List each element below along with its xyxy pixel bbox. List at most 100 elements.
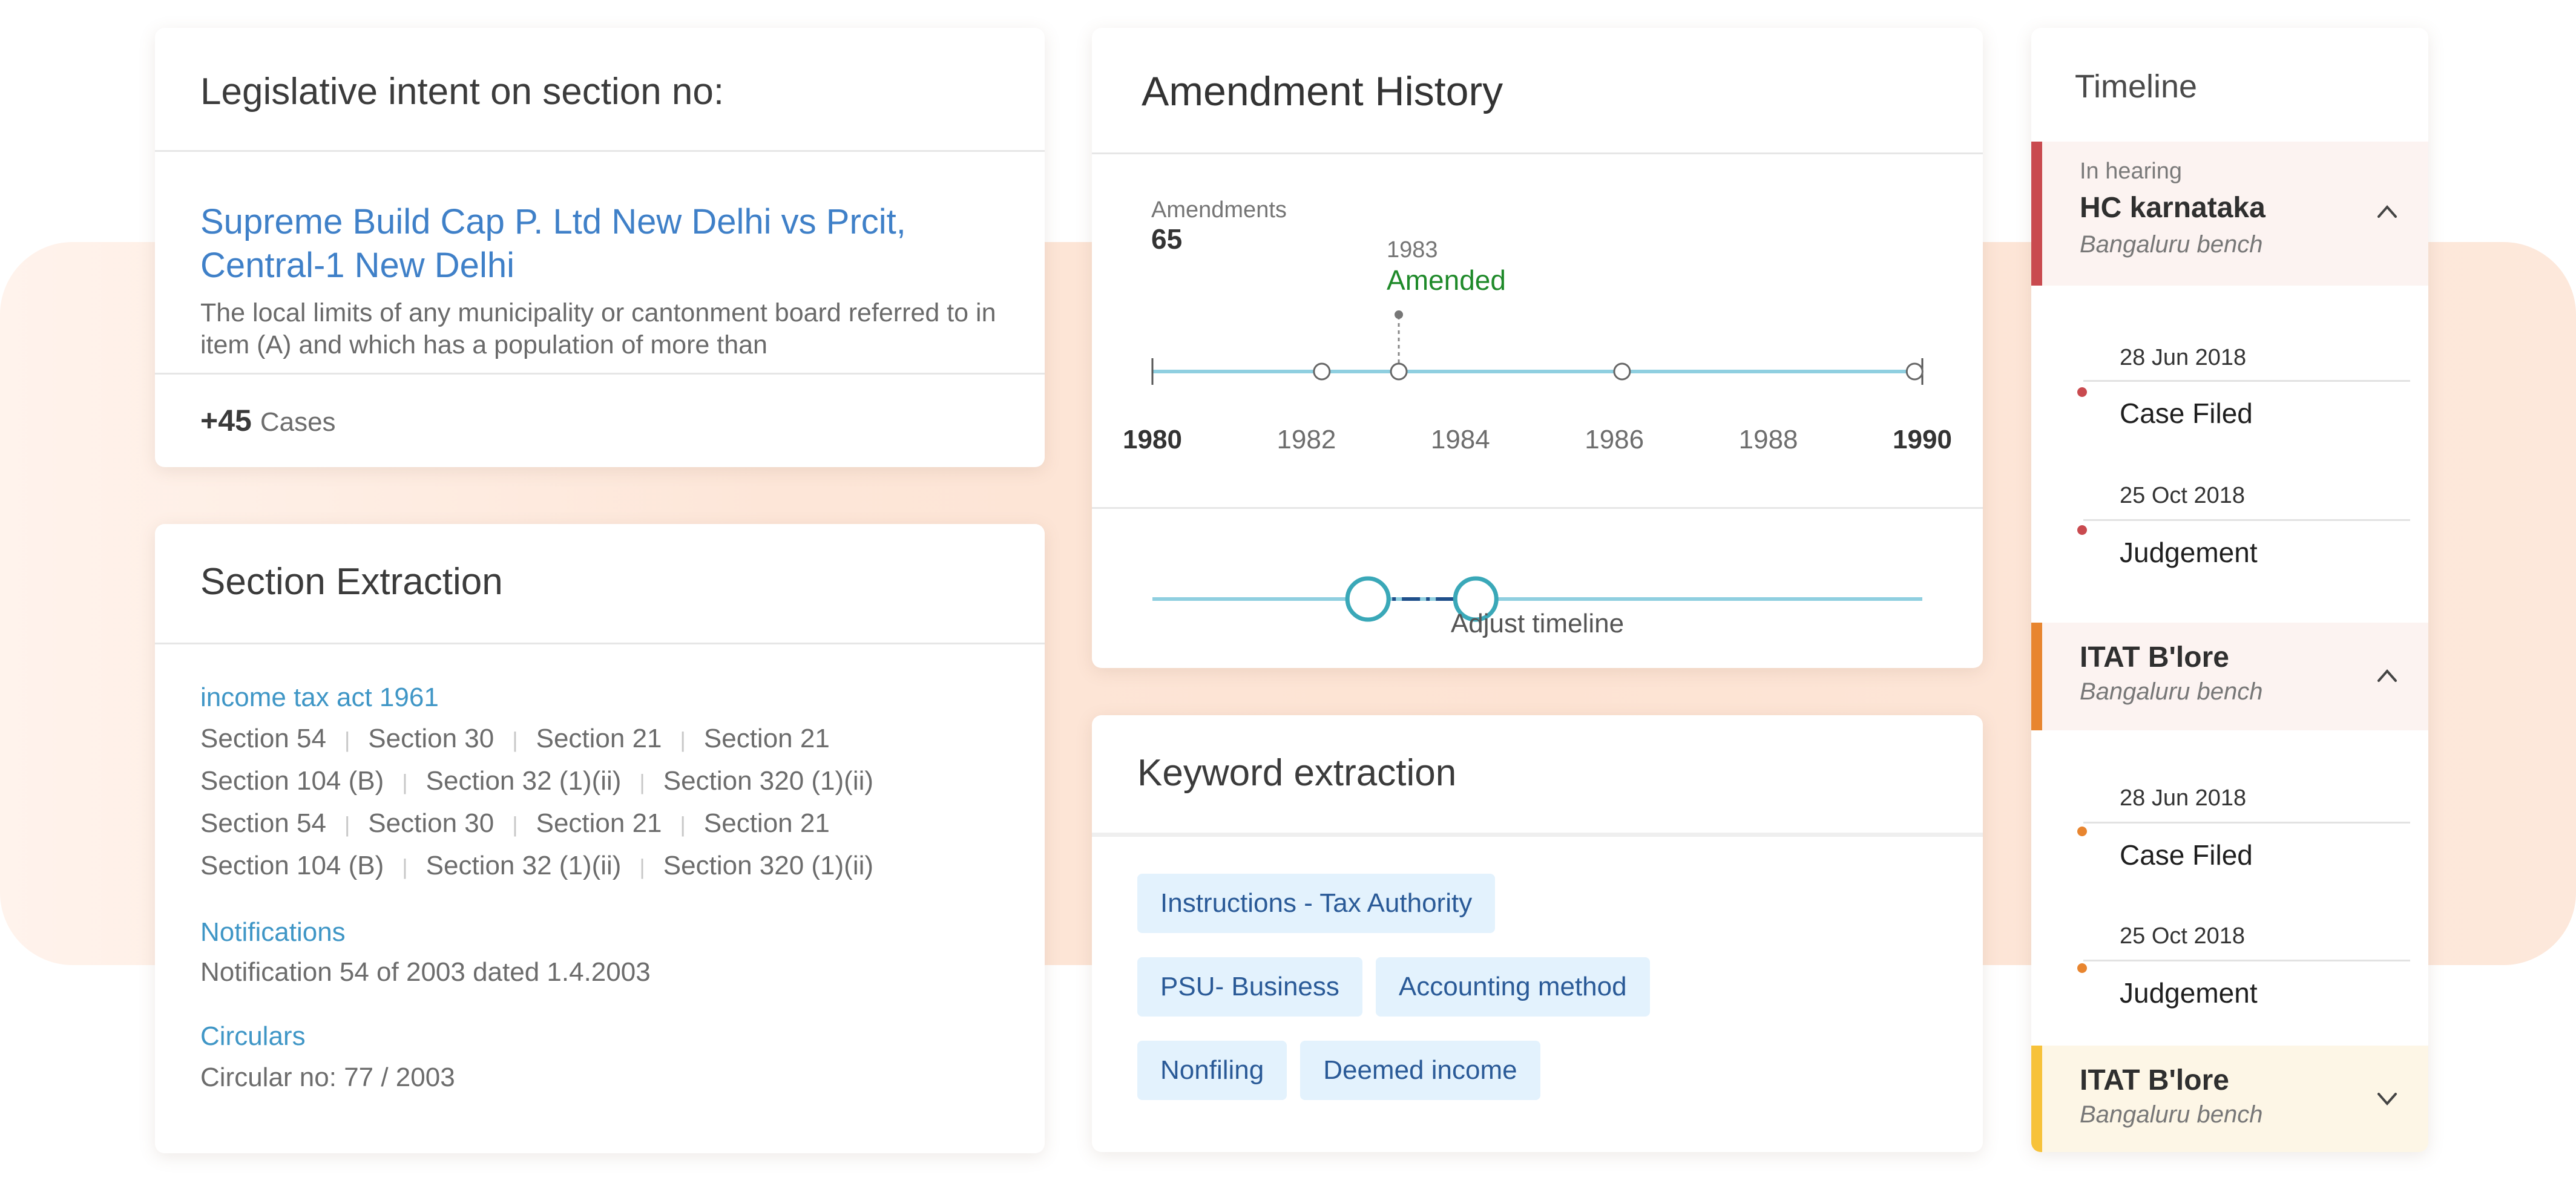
year-label: 1990 xyxy=(1893,425,1952,454)
status-color-bar xyxy=(2031,142,2042,286)
event-dot xyxy=(2077,525,2087,535)
bench-name: Bangaluru bench xyxy=(2080,678,2263,705)
section-row: Section 54 | Section 30 | Section 21 | Section… xyxy=(200,808,830,839)
section-item[interactable]: Section 30 xyxy=(368,724,494,754)
separator: | xyxy=(344,727,350,752)
legislative-intent-card: Legislative intent on section no: Suprem… xyxy=(155,28,1045,467)
section-item[interactable]: Section 104 (B) xyxy=(200,766,384,796)
section-extraction-card: Section Extraction income tax act 1961 S… xyxy=(155,524,1045,1153)
event-dot xyxy=(2077,827,2087,836)
status-color-bar xyxy=(2031,1046,2042,1152)
court-name: ITAT B'lore xyxy=(2080,641,2229,673)
circular-text: Circular no: 77 / 2003 xyxy=(200,1063,455,1092)
case-description: The local limits of any municipality or … xyxy=(200,298,996,359)
keyword-extraction-card: Keyword extraction Instructions - Tax Au… xyxy=(1092,715,1983,1152)
divider xyxy=(1092,833,1983,837)
separator: | xyxy=(344,812,350,837)
keyword-chip[interactable]: Deemed income xyxy=(1300,1041,1540,1100)
bench-name: Bangaluru bench xyxy=(2080,231,2263,258)
event-dot xyxy=(2077,963,2087,973)
amendment-point xyxy=(1313,362,1331,381)
event-name[interactable]: Case Filed xyxy=(2120,839,2253,871)
divider xyxy=(155,150,1045,152)
event-line xyxy=(2083,822,2410,824)
chevron-up-icon[interactable] xyxy=(2375,666,2399,684)
timeline-group-header[interactable]: In hearing HC karnataka Bangaluru bench xyxy=(2031,142,2428,286)
event-line xyxy=(2083,960,2410,961)
separator: | xyxy=(680,812,686,837)
event-name[interactable]: Case Filed xyxy=(2120,397,2253,430)
event-name[interactable]: Judgement xyxy=(2120,536,2258,569)
chevron-up-icon[interactable] xyxy=(2375,202,2399,220)
cases-count: +45 xyxy=(200,404,252,437)
event-date: 28 Jun 2018 xyxy=(2120,785,2247,811)
separator: | xyxy=(512,727,518,752)
legislative-intent-title: Legislative intent on section no: xyxy=(200,71,724,113)
cases-count-row[interactable]: +45 Cases xyxy=(200,403,336,438)
year-label: 1984 xyxy=(1430,425,1490,454)
year-label: 1988 xyxy=(1738,425,1798,454)
separator: | xyxy=(639,770,645,794)
section-item[interactable]: Section 32 (1)(ii) xyxy=(426,766,622,796)
year-label: 1986 xyxy=(1585,425,1644,454)
amendment-point xyxy=(1390,362,1408,381)
section-item[interactable]: Section 54 xyxy=(200,808,326,839)
section-item[interactable]: Section 21 xyxy=(704,724,830,754)
amendment-history-card: Amendment History Amendments 65 1983 Ame… xyxy=(1092,28,1983,668)
circulars-link[interactable]: Circulars xyxy=(200,1021,306,1052)
timeline-title: Timeline xyxy=(2075,68,2198,105)
keyword-chip[interactable]: Nonfiling xyxy=(1137,1041,1287,1100)
section-item[interactable]: Section 104 (B) xyxy=(200,851,384,881)
section-item[interactable]: Section 54 xyxy=(200,724,326,754)
section-item[interactable]: Section 320 (1)(ii) xyxy=(663,851,873,881)
bench-name: Bangaluru bench xyxy=(2080,1101,2263,1128)
act-link[interactable]: income tax act 1961 xyxy=(200,683,439,713)
keyword-chip[interactable]: Instructions - Tax Authority xyxy=(1137,874,1496,933)
section-row: Section 54 | Section 30 | Section 21 | Section… xyxy=(200,724,830,754)
event-line xyxy=(2083,519,2410,521)
amendment-point xyxy=(1905,362,1924,381)
notifications-link[interactable]: Notifications xyxy=(200,917,346,948)
chevron-down-icon[interactable] xyxy=(2375,1089,2399,1107)
range-slider[interactable] xyxy=(1092,536,1983,657)
amendment-timeline-chart xyxy=(1151,310,1924,385)
status-color-bar xyxy=(2031,623,2042,730)
section-extraction-title: Section Extraction xyxy=(200,561,503,603)
separator: | xyxy=(512,812,518,837)
section-item[interactable]: Section 320 (1)(ii) xyxy=(663,766,873,796)
year-label: 1980 xyxy=(1123,425,1182,454)
separator: | xyxy=(639,854,645,879)
keyword-chip[interactable]: Accounting method xyxy=(1375,957,1650,1017)
divider xyxy=(155,643,1045,644)
event-date: 25 Oct 2018 xyxy=(2120,483,2246,508)
court-name: HC karnataka xyxy=(2080,192,2266,224)
separator: | xyxy=(680,727,686,752)
timeline-group-header[interactable]: ITAT B'lore Bangaluru bench xyxy=(2031,1046,2428,1152)
amendment-point xyxy=(1613,362,1631,381)
amendment-marker-dot xyxy=(1395,310,1404,319)
keyword-chip[interactable]: PSU- Business xyxy=(1137,957,1362,1017)
event-name[interactable]: Judgement xyxy=(2120,977,2258,1009)
timeline-card: Timeline In hearing HC karnataka Bangaluru… xyxy=(2031,28,2428,1152)
section-row: Section 104 (B) | Section 32 (1)(ii) | Secti… xyxy=(200,851,873,881)
section-item[interactable]: Section 30 xyxy=(368,808,494,839)
section-item[interactable]: Section 21 xyxy=(704,808,830,839)
cases-label: Cases xyxy=(260,407,336,437)
hearing-status: In hearing xyxy=(2080,159,2183,184)
section-item[interactable]: Section 21 xyxy=(536,724,662,754)
year-label: 1982 xyxy=(1276,425,1336,454)
event-line xyxy=(2083,380,2410,382)
section-item[interactable]: Section 21 xyxy=(536,808,662,839)
timeline-group-header[interactable]: ITAT B'lore Bangaluru bench xyxy=(2031,623,2428,730)
notification-text: Notification 54 of 2003 dated 1.4.2003 xyxy=(200,957,651,987)
event-date: 28 Jun 2018 xyxy=(2120,345,2247,370)
event-dot xyxy=(2077,387,2087,397)
court-name: ITAT B'lore xyxy=(2080,1064,2229,1096)
event-date: 25 Oct 2018 xyxy=(2120,923,2246,949)
section-item[interactable]: Section 32 (1)(ii) xyxy=(426,851,622,881)
divider xyxy=(1092,507,1983,509)
adjust-timeline-label: Adjust timeline xyxy=(1450,609,1625,638)
case-title-link[interactable]: Supreme Build Cap P. Ltd New Delhi vs Pr… xyxy=(200,200,1011,287)
keyword-extraction-title: Keyword extraction xyxy=(1137,752,1457,794)
separator: | xyxy=(402,770,408,794)
